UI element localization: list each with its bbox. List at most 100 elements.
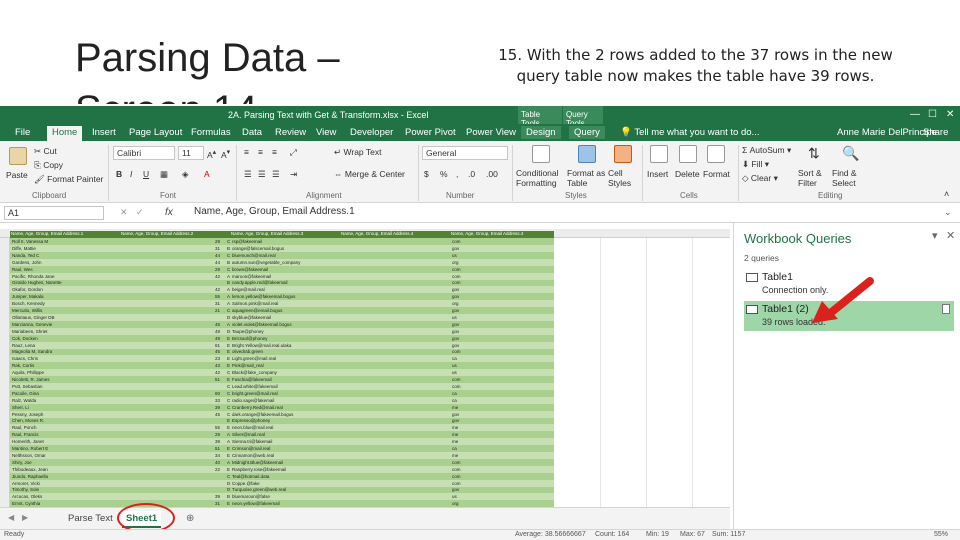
worksheet-grid[interactable]: Name, Age, Group, Email Address.1 Name, … [0, 229, 730, 507]
table-cell[interactable]: Jiundo, Raphaella [12, 474, 112, 479]
tab-home[interactable]: Home [47, 126, 83, 141]
wrap-text-button[interactable]: ↵ Wrap Text [334, 147, 381, 158]
table-cell[interactable]: us [452, 363, 492, 368]
table-cell[interactable]: 60 [210, 391, 220, 396]
table-cell[interactable]: Nelthsson, Omar [12, 453, 112, 458]
tell-me-box[interactable]: 💡 Tell me what you want to do... [615, 126, 764, 139]
table-cell[interactable]: Chen, Moses R. [12, 418, 112, 423]
paste-button[interactable]: Paste [6, 170, 28, 180]
conditional-formatting-button[interactable]: Conditional Formatting [516, 168, 570, 188]
table-cell[interactable]: org [452, 501, 492, 506]
table-cell[interactable]: Homerith, Janet [12, 439, 112, 444]
table-cell[interactable]: skyblue@fakeemail [232, 315, 432, 320]
cut-button[interactable]: ✂ Cut [34, 146, 57, 157]
table-cell[interactable]: com [452, 239, 492, 244]
merge-center-button[interactable]: ⇔ Merge & Center [334, 169, 405, 179]
new-sheet-icon[interactable]: ⊕ [186, 513, 194, 524]
table-cell[interactable]: me [452, 432, 492, 437]
table-cell[interactable]: gov [452, 487, 492, 492]
table-cell[interactable]: aquagreen@email.bogus [232, 308, 432, 313]
table-cell[interactable]: 45 [210, 349, 220, 354]
table-cell[interactable]: 34 [210, 453, 220, 458]
table-cell[interactable]: Marcianna, Genevie [12, 322, 112, 327]
table-cell[interactable]: lemon.yellow@fakeemail.bogus [232, 294, 432, 299]
table-cell[interactable]: 33 [210, 398, 220, 403]
format-painter-button[interactable]: 🖌 Format Painter [34, 174, 103, 185]
table-cell[interactable]: com [452, 377, 492, 382]
tab-developer[interactable]: Developer [345, 126, 398, 139]
underline-icon[interactable]: U [143, 169, 149, 179]
table-cell[interactable]: 55 [210, 425, 220, 430]
table-cell[interactable]: 55 [210, 294, 220, 299]
align-middle-icon[interactable]: ≡ [258, 147, 263, 157]
delete-cells-button[interactable]: Delete [675, 169, 700, 179]
table-cell[interactable]: Sherr, Li [12, 405, 112, 410]
font-color-icon[interactable]: A [204, 169, 210, 179]
align-top-icon[interactable]: ≡ [244, 147, 249, 157]
cancel-icon[interactable]: ✕ [120, 207, 128, 218]
formula-input[interactable]: Name, Age, Group, Email Address.1 [194, 206, 355, 217]
table-header-cell[interactable]: Name, Age, Group, Email Address.4 [450, 231, 554, 238]
table-cell[interactable]: Black@fake_company [232, 370, 432, 375]
increase-decimal-icon[interactable]: .0 [468, 169, 475, 179]
table-header-cell[interactable]: Name, Age, Group, Email Address.1 [10, 231, 118, 238]
autosum-button[interactable]: Σ AutoSum ▾ [742, 145, 791, 156]
align-bottom-icon[interactable]: ≡ [272, 147, 277, 157]
table-header-cell[interactable]: Name, Age, Group, Email Address.3 [230, 231, 338, 238]
fill-button[interactable]: ⬇ Fill ▾ [742, 159, 769, 170]
table-cell[interactable]: Raul, Francis [12, 432, 112, 437]
table-cell[interactable]: me [452, 405, 492, 410]
table-cell[interactable]: 43 [210, 363, 220, 368]
table-cell[interactable]: Magnolia M, Sandra [12, 349, 112, 354]
table-cell[interactable]: bluemaroon@false [232, 494, 432, 499]
function-icon[interactable]: fx [165, 207, 173, 218]
table-cell[interactable]: gov [452, 246, 492, 251]
table-cell[interactable]: Pacific, Rhonda Jane [12, 274, 112, 279]
table-header-cell[interactable]: Name, Age, Group, Email Address.4 [340, 231, 448, 238]
table-cell[interactable]: Mantino, Robert E [12, 446, 112, 451]
table-cell[interactable]: Rak, Cortis [12, 363, 112, 368]
number-format-select[interactable]: General [422, 146, 508, 160]
table-cell[interactable]: 31 [210, 301, 220, 306]
pane-close-icon[interactable]: ✕ [946, 229, 955, 242]
align-right-icon[interactable]: ☰ [272, 169, 280, 180]
table-cell[interactable]: com [452, 349, 492, 354]
table-cell[interactable]: gov [452, 336, 492, 341]
table-cell[interactable]: Pacoile, Gina [12, 391, 112, 396]
align-center-icon[interactable]: ☰ [258, 169, 266, 180]
table-cell[interactable]: com [452, 481, 492, 486]
comma-icon[interactable]: , [456, 169, 458, 179]
table-cell[interactable]: Espresso@phoney [232, 418, 432, 423]
table-cell[interactable]: Isaacs, Chris [12, 356, 112, 361]
tab-page-layout[interactable]: Page Layout [124, 126, 187, 139]
tab-file[interactable]: File [10, 126, 35, 139]
table-cell[interactable]: 22 [210, 467, 220, 472]
table-cell[interactable]: ca [452, 391, 492, 396]
query-table[interactable]: Name, Age, Group, Email Address.1 Name, … [10, 231, 554, 507]
italic-icon[interactable]: I [130, 169, 132, 179]
table-cell[interactable]: ca [452, 398, 492, 403]
scroll-right-icon[interactable]: ▶ [22, 513, 28, 522]
table-cell[interactable]: gov [452, 287, 492, 292]
indent-icon[interactable]: ⇥ [290, 169, 297, 180]
table-cell[interactable]: Giraldo Hughes, Nanette [12, 280, 112, 285]
table-cell[interactable]: Mariabeen, Shriet [12, 329, 112, 334]
table-cell[interactable]: 39 [210, 439, 220, 444]
minimize-icon[interactable]: — [910, 109, 920, 120]
tab-formulas[interactable]: Formulas [186, 126, 236, 139]
table-cell[interactable]: beige@mail.real [232, 287, 432, 292]
table-cell[interactable]: Bright.Yellow@mail.real.ulaka [232, 343, 432, 348]
table-cell[interactable]: Raul, Ponch [12, 425, 112, 430]
insert-cells-button[interactable]: Insert [647, 169, 668, 179]
table-cell[interactable]: com [452, 474, 492, 479]
table-cell[interactable]: us [452, 315, 492, 320]
table-cell[interactable]: olivedrab.green [232, 349, 432, 354]
table-cell[interactable]: ca [452, 356, 492, 361]
table-cell[interactable]: Cok, Docken [12, 336, 112, 341]
table-cell[interactable]: Ollantaus, Ginger DB [12, 315, 112, 320]
expand-formula-icon[interactable]: ⌄ [944, 207, 952, 218]
table-cell[interactable]: bluemunch@mail.real [232, 253, 432, 258]
table-cell[interactable]: Midnight.Blue@fakeemail [232, 460, 432, 465]
table-cell[interactable]: Fuschia@fakeemail [232, 377, 432, 382]
table-cell[interactable]: rsp@fakeemail [232, 239, 432, 244]
